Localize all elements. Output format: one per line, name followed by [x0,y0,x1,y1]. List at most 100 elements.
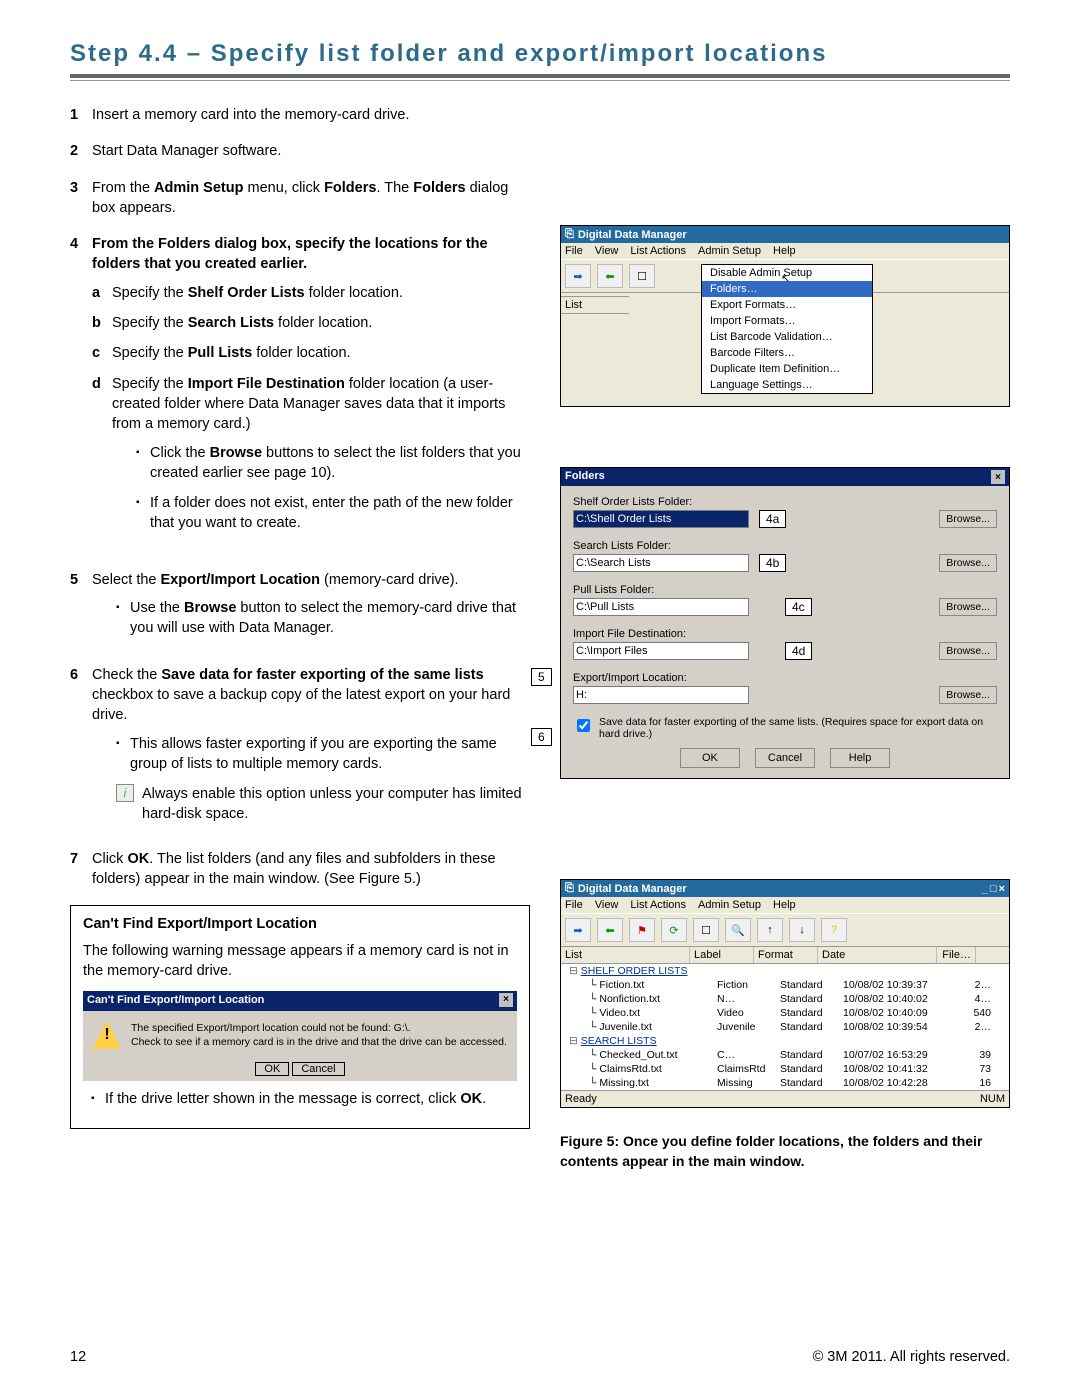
warning-dialog-title: Can't Find Export/Import Location × [83,991,517,1010]
save-data-checkbox[interactable]: Save data for faster exporting of the sa… [573,716,997,740]
divider [70,74,1010,78]
copyright: © 3M 2011. All rights reserved. [813,1349,1010,1365]
import-dest-input[interactable] [573,642,749,660]
step-7: Click OK. The list folders (and any file… [92,849,530,890]
menu-file[interactable]: File [565,899,583,911]
footer: 12 © 3M 2011. All rights reserved. [70,1349,1010,1365]
field-label: Search Lists Folder: [573,540,997,552]
page-number: 12 [70,1349,86,1365]
warning-box: Can't Find Export/Import Location The fo… [70,905,530,1128]
pull-lists-input[interactable] [573,598,749,616]
field-label: Export/Import Location: [573,672,997,684]
menu-view[interactable]: View [595,899,619,911]
app-icon: ⎘ [565,228,574,241]
menubar: File View List Actions Admin Setup Help [561,243,1009,259]
table-row[interactable]: └ ClaimsRtd.txtClaimsRtdStandard10/08/02… [561,1062,1009,1076]
menu-item[interactable]: Export Formats… [702,297,872,313]
search-icon[interactable]: 🔍 [725,918,751,942]
step-2: Start Data Manager software. [92,141,530,161]
arrow-right-icon[interactable]: ➡ [565,264,591,288]
down-icon[interactable]: ↓ [789,918,815,942]
menu-help[interactable]: Help [773,245,796,257]
close-icon[interactable]: × [999,883,1005,895]
figure-caption: Figure 5: Once you define folder locatio… [560,1132,1010,1171]
help-icon[interactable]: ? [821,918,847,942]
close-icon[interactable]: × [499,993,513,1007]
cancel-button[interactable]: Cancel [755,748,815,768]
browse-button[interactable]: Browse... [939,554,997,572]
close-icon[interactable]: × [991,470,1005,484]
up-icon[interactable]: ↑ [757,918,783,942]
list-header: List [561,296,629,314]
ok-button[interactable]: OK [680,748,740,768]
table-row[interactable]: └ Checked_Out.txtC…Standard10/07/02 16:5… [561,1048,1009,1062]
step-1: Insert a memory card into the memory-car… [92,105,530,125]
table-body: ⊟ SHELF ORDER LISTS└ Fiction.txtFictionS… [561,964,1009,1090]
table-row[interactable]: ⊟ SHELF ORDER LISTS [561,964,1009,978]
menu-help[interactable]: Help [773,899,796,911]
arrow-right-icon[interactable]: ➡ [565,918,591,942]
menu-item[interactable]: Barcode Filters… [702,345,872,361]
flag-icon[interactable]: ⚑ [629,918,655,942]
browse-button[interactable]: Browse... [939,510,997,528]
warning-dialog-body: ! The specified Export/Import location c… [83,1011,517,1058]
help-button[interactable]: Help [830,748,890,768]
screenshot-folders-dialog: Folders× Shelf Order Lists Folder: 4a Br… [560,467,1010,779]
table-row[interactable]: └ Juvenile.txtJuvenileStandard10/08/02 1… [561,1020,1009,1034]
minimize-icon[interactable]: _ [982,883,988,895]
field-label: Shelf Order Lists Folder: [573,496,997,508]
callout-4d: 4d [785,642,812,660]
table-row[interactable]: └ Missing.txtMissingStandard10/08/02 10:… [561,1076,1009,1090]
field-label: Import File Destination: [573,628,997,640]
menu-view[interactable]: View [595,245,619,257]
page-title: Step 4.4 – Specify list folder and expor… [70,40,1010,68]
callout-5: 5 [531,668,552,686]
menu-item[interactable]: List Barcode Validation… [702,329,872,345]
menu-item[interactable]: Language Settings… [702,377,872,393]
maximize-icon[interactable]: □ [990,883,997,895]
screenshot-main-window: ⎘Digital Data Manager _ □ × File View Li… [560,879,1010,1108]
divider [70,80,1010,81]
callout-4a: 4a [759,510,786,528]
info-icon: i [116,784,134,802]
step-4: From the Folders dialog box, specify the… [92,234,530,554]
arrow-left-icon[interactable]: ⬅ [597,918,623,942]
table-header: List Label Format Date File… [561,947,1009,964]
cancel-button[interactable]: Cancel [292,1062,344,1076]
table-row[interactable]: └ Fiction.txtFictionStandard10/08/02 10:… [561,978,1009,992]
tip: i Always enable this option unless your … [92,784,530,825]
menu-item[interactable]: Duplicate Item Definition… [702,361,872,377]
app-icon: ⎘ [565,882,574,895]
tool-icon[interactable]: ☐ [629,264,655,288]
browse-button[interactable]: Browse... [939,598,997,616]
step-6: Check the Save data for faster exporting… [92,665,530,833]
status-bar: ReadyNUM [561,1090,1009,1107]
browse-button[interactable]: Browse... [939,686,997,704]
table-row[interactable]: ⊟ SEARCH LISTS [561,1034,1009,1048]
table-row[interactable]: └ Video.txtVideoStandard10/08/02 10:40:0… [561,1006,1009,1020]
export-location-input[interactable] [573,686,749,704]
browse-button[interactable]: Browse... [939,642,997,660]
warning-icon: ! [93,1021,121,1049]
instructions-column: 1Insert a memory card into the memory-ca… [70,105,530,1171]
checkbox[interactable] [577,719,590,732]
search-lists-input[interactable] [573,554,749,572]
shelf-order-input[interactable] [573,510,749,528]
field-label: Pull Lists Folder: [573,584,997,596]
menu-list-actions[interactable]: List Actions [630,245,686,257]
menu-item[interactable]: Import Formats… [702,313,872,329]
menu-file[interactable]: File [565,245,583,257]
callout-4b: 4b [759,554,786,572]
menu-admin-setup[interactable]: Admin Setup [698,899,761,911]
cursor-icon: ↖ [781,272,790,285]
ok-button[interactable]: OK [255,1062,289,1076]
screenshots-column: ⎘Digital Data Manager File View List Act… [560,105,1010,1171]
menu-admin-setup[interactable]: Admin Setup [698,245,761,257]
step-5: Select the Export/Import Location (memor… [92,570,530,649]
table-row[interactable]: └ Nonfiction.txtN…Standard10/08/02 10:40… [561,992,1009,1006]
screenshot-menu: ⎘Digital Data Manager File View List Act… [560,225,1010,407]
refresh-icon[interactable]: ⟳ [661,918,687,942]
menu-list-actions[interactable]: List Actions [630,899,686,911]
doc-icon[interactable]: ☐ [693,918,719,942]
arrow-left-icon[interactable]: ⬅ [597,264,623,288]
